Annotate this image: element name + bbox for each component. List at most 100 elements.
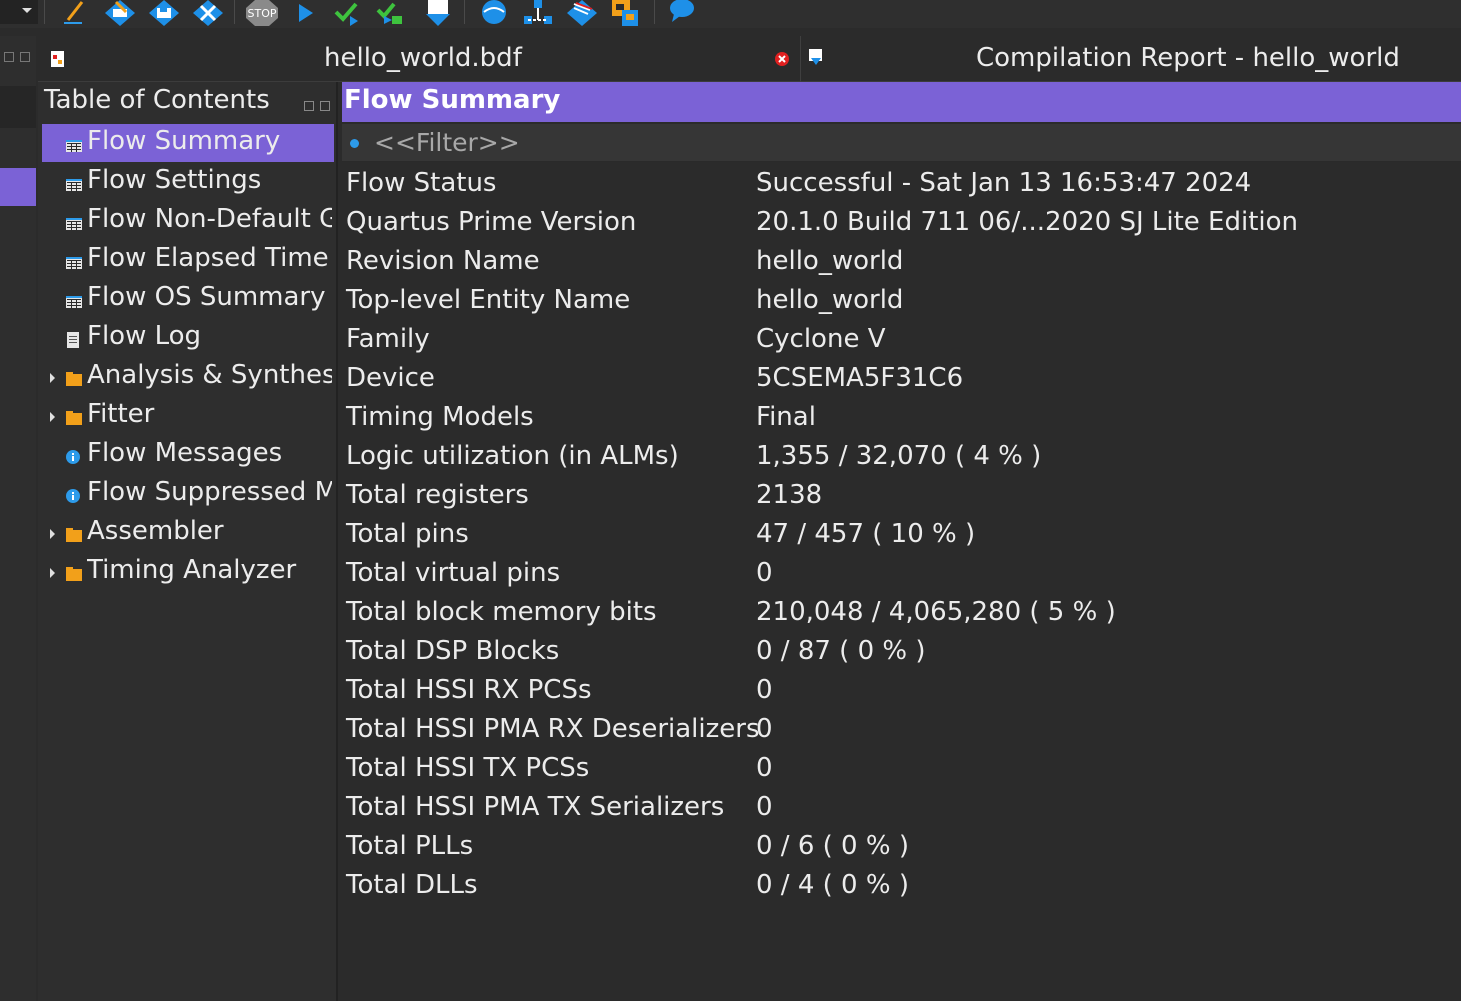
toc-item-flow-summary[interactable]: Flow Summary bbox=[42, 124, 334, 162]
folder-icon bbox=[66, 410, 82, 429]
row-value: 5CSEMA5F31C6 bbox=[756, 363, 964, 393]
toc-item-label: Flow Suppressed Messages bbox=[87, 477, 332, 507]
table-row[interactable]: Total block memory bits 210,048 / 4,065,2… bbox=[342, 595, 1461, 634]
bdf-file-icon bbox=[51, 51, 64, 67]
windows-icon[interactable] bbox=[610, 0, 642, 26]
globe-icon[interactable] bbox=[478, 0, 510, 26]
table-row[interactable]: Total registers 2138 bbox=[342, 478, 1461, 517]
toc-item-label: Flow OS Summary bbox=[87, 282, 326, 312]
row-key: Logic utilization (in ALMs) bbox=[346, 441, 679, 471]
close-icon[interactable] bbox=[20, 52, 30, 62]
edit-diamond-icon[interactable] bbox=[104, 0, 136, 26]
table-row[interactable]: Total DLLs 0 / 4 ( 0 % ) bbox=[342, 868, 1461, 907]
export-icon[interactable] bbox=[422, 0, 454, 26]
table-row[interactable]: Timing Models Final bbox=[342, 400, 1461, 439]
table-row[interactable]: Top-level Entity Name hello_world bbox=[342, 283, 1461, 322]
table-row[interactable]: Total HSSI PMA RX Deserializers 0 bbox=[342, 712, 1461, 751]
folder-icon bbox=[66, 566, 82, 585]
toc-title: Table of Contents bbox=[44, 85, 270, 115]
chevron-right-icon[interactable] bbox=[50, 373, 55, 383]
table-row[interactable]: Family Cyclone V bbox=[342, 322, 1461, 361]
flag-diamond-icon[interactable] bbox=[566, 0, 598, 26]
close-icon[interactable] bbox=[774, 51, 790, 67]
toc-item-label: Fitter bbox=[87, 399, 155, 429]
toc-item-analysis-synthesis[interactable]: Analysis & Synthesis bbox=[42, 358, 334, 396]
tab-divider bbox=[800, 36, 801, 82]
chevron-right-icon[interactable] bbox=[50, 529, 55, 539]
check-icon[interactable] bbox=[330, 0, 362, 26]
row-key: Family bbox=[346, 324, 430, 354]
toc-item-flow-settings[interactable]: Flow Settings bbox=[42, 163, 334, 201]
row-value: 0 / 87 ( 0 % ) bbox=[756, 636, 926, 666]
toc-item-fitter[interactable]: Fitter bbox=[42, 397, 334, 435]
chevron-right-icon[interactable] bbox=[50, 568, 55, 578]
table-row[interactable]: Logic utilization (in ALMs) 1,355 / 32,07… bbox=[342, 439, 1461, 478]
check-step-icon[interactable] bbox=[374, 0, 406, 26]
toc-item-flow-suppressed-messages[interactable]: Flow Suppressed Messages bbox=[42, 475, 334, 513]
toc-item-label: Timing Analyzer bbox=[87, 555, 297, 585]
play-icon[interactable] bbox=[290, 0, 322, 26]
row-value: 0 / 4 ( 0 % ) bbox=[756, 870, 909, 900]
document-icon bbox=[66, 332, 80, 352]
save-diamond-icon[interactable] bbox=[148, 0, 180, 26]
row-key: Total HSSI PMA TX Serializers bbox=[346, 792, 725, 822]
row-value: 0 bbox=[756, 675, 773, 705]
toc-item-label: Flow Summary bbox=[87, 126, 281, 156]
dock-item[interactable] bbox=[0, 86, 36, 128]
table-row[interactable]: Total HSSI PMA TX Serializers 0 bbox=[342, 790, 1461, 829]
table-row[interactable]: Total DSP Blocks 0 / 87 ( 0 % ) bbox=[342, 634, 1461, 673]
table-row[interactable]: Device 5CSEMA5F31C6 bbox=[342, 361, 1461, 400]
row-key: Total DLLs bbox=[346, 870, 478, 900]
toc-item-label: Flow Log bbox=[87, 321, 202, 351]
row-key: Total block memory bits bbox=[346, 597, 657, 627]
toc-item-flow-elapsed-time[interactable]: Flow Elapsed Time bbox=[42, 241, 334, 279]
table-row[interactable]: Total virtual pins 0 bbox=[342, 556, 1461, 595]
row-value: 0 bbox=[756, 714, 773, 744]
table-row[interactable]: Total HSSI TX PCSs 0 bbox=[342, 751, 1461, 790]
tab-compilation-report[interactable]: Compilation Report - hello_world bbox=[802, 36, 1461, 82]
table-row[interactable]: Total HSSI RX PCSs 0 bbox=[342, 673, 1461, 712]
summary-table: Flow Status Successful - Sat Jan 13 16:53… bbox=[342, 166, 1461, 907]
table-row[interactable]: Flow Status Successful - Sat Jan 13 16:53… bbox=[342, 166, 1461, 205]
tab-hello-world-bdf[interactable]: hello_world.bdf bbox=[38, 36, 800, 82]
filter-placeholder[interactable]: <<Filter>> bbox=[374, 128, 520, 157]
toc-item-label: Analysis & Synthesis bbox=[87, 360, 332, 390]
toc-item-flow-non-default-global-settings[interactable]: Flow Non-Default Global Settings bbox=[42, 202, 334, 240]
filter-field[interactable]: <<Filter>> bbox=[342, 124, 1461, 162]
row-key: Total HSSI RX PCSs bbox=[346, 675, 592, 705]
restore-icon[interactable] bbox=[4, 52, 14, 62]
table-row[interactable]: Total pins 47 / 457 ( 10 % ) bbox=[342, 517, 1461, 556]
table-row[interactable]: Quartus Prime Version 20.1.0 Build 711 06… bbox=[342, 205, 1461, 244]
settings-diamond-icon[interactable] bbox=[192, 0, 224, 26]
chat-icon[interactable] bbox=[666, 0, 698, 26]
dock-item-selected[interactable] bbox=[0, 168, 36, 206]
row-key: Total DSP Blocks bbox=[346, 636, 560, 666]
row-value: 210,048 / 4,065,280 ( 5 % ) bbox=[756, 597, 1116, 627]
toc-item-flow-messages[interactable]: Flow Messages bbox=[42, 436, 334, 474]
toc-item-flow-log[interactable]: Flow Log bbox=[42, 319, 334, 357]
table-row[interactable]: Revision Name hello_world bbox=[342, 244, 1461, 283]
chevron-right-icon[interactable] bbox=[50, 412, 55, 422]
toc-item-timing-analyzer[interactable]: Timing Analyzer bbox=[42, 553, 334, 591]
stop-icon[interactable]: STOP bbox=[246, 0, 278, 26]
folder-icon bbox=[66, 371, 82, 390]
info-icon bbox=[66, 449, 80, 468]
toc-item-flow-os-summary[interactable]: Flow OS Summary bbox=[42, 280, 334, 318]
pencil-icon[interactable] bbox=[60, 0, 92, 26]
left-dock-strip bbox=[0, 36, 36, 1001]
row-key: Total registers bbox=[346, 480, 529, 510]
table-row[interactable]: Total PLLs 0 / 6 ( 0 % ) bbox=[342, 829, 1461, 868]
table-of-contents-panel: Table of Contents Flow Summary Flow Setti… bbox=[38, 82, 338, 1001]
document-tab-bar: hello_world.bdf Compilation Report - hel… bbox=[38, 36, 1461, 82]
toolbar-dropdown[interactable] bbox=[0, 0, 38, 24]
report-icon bbox=[809, 49, 822, 65]
pin-icon[interactable] bbox=[304, 101, 314, 111]
row-key: Timing Models bbox=[346, 402, 534, 432]
report-title-bar: Flow Summary bbox=[342, 82, 1461, 122]
network-icon[interactable] bbox=[522, 0, 554, 26]
close-icon[interactable] bbox=[320, 101, 330, 111]
row-value: 0 bbox=[756, 753, 773, 783]
toc-item-assembler[interactable]: Assembler bbox=[42, 514, 334, 552]
row-value: hello_world bbox=[756, 285, 904, 315]
row-key: Quartus Prime Version bbox=[346, 207, 637, 237]
